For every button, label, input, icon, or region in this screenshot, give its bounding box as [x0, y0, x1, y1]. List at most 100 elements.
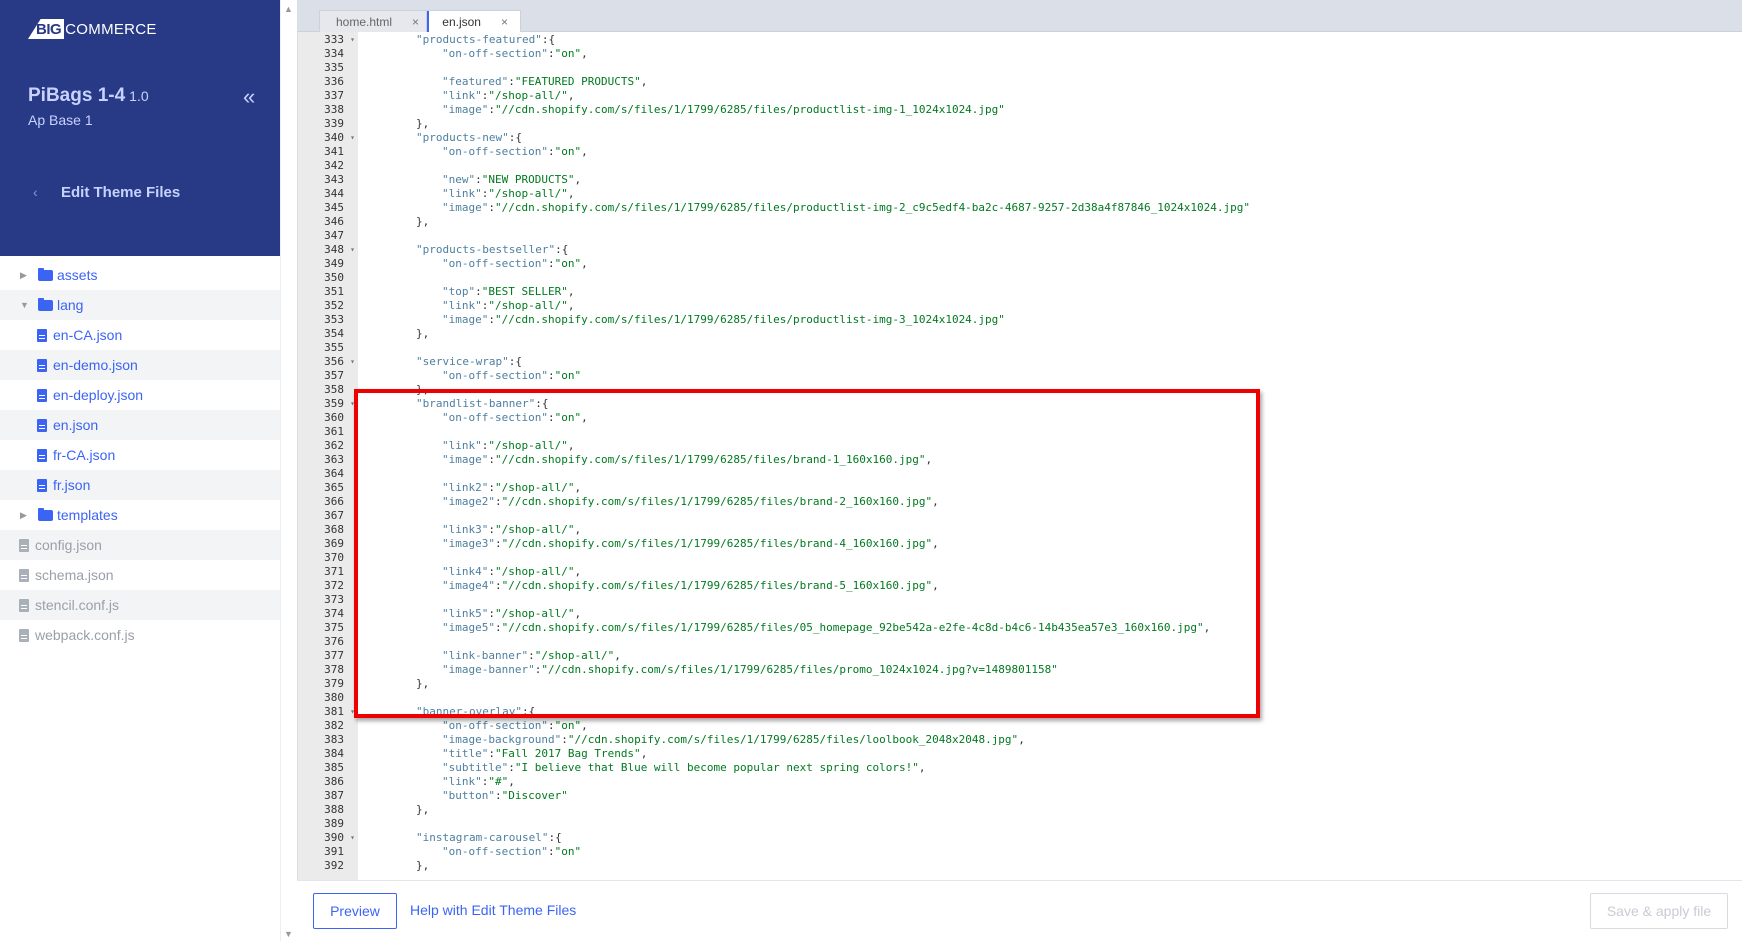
code-text: "top":"BEST SELLER", — [442, 285, 575, 298]
code-line: 380 — [297, 691, 1250, 705]
code-text: "link":"/shop-all/", — [442, 439, 575, 452]
line-number: 366 — [324, 495, 344, 508]
code-text: "image":"//cdn.shopify.com/s/files/1/179… — [442, 103, 1005, 116]
folder-icon — [38, 507, 53, 521]
code-text: "on-off-section":"on", — [442, 257, 588, 270]
code-text: "products-featured":{ — [416, 33, 556, 46]
tree-item-label: webpack.conf.js — [35, 627, 135, 643]
line-number: 377 — [324, 649, 344, 662]
sidebar-scrollbar[interactable]: ▲ ▼ — [280, 0, 297, 941]
line-number: 378 — [324, 663, 344, 676]
tree-item[interactable]: fr.json — [0, 470, 280, 500]
tree-item-label: en-CA.json — [53, 327, 123, 343]
code-line: 356 "service-wrap":{ — [297, 355, 1250, 369]
sidebar-header: BIG COMMERCE PiBags 1-4 1.0 Ap Base 1 « ‹… — [0, 0, 280, 256]
tree-item[interactable]: ▶ templates — [0, 500, 280, 530]
theme-name-text: PiBags 1-4 — [28, 85, 126, 106]
caret-right-icon[interactable]: ▶ — [20, 270, 32, 281]
line-number-fold[interactable]: 340 — [297, 131, 357, 145]
close-tab-icon[interactable]: × — [501, 15, 508, 29]
code-line: 335 — [297, 61, 1250, 75]
code-text: "on-off-section":"on" — [442, 845, 582, 858]
code-line: 336 "featured":"FEATURED PRODUCTS", — [297, 75, 1250, 89]
scroll-down-icon[interactable]: ▼ — [284, 929, 293, 939]
code-text: "button":"Discover" — [442, 789, 568, 802]
line-number: 371 — [324, 565, 344, 578]
file-icon — [37, 388, 47, 402]
code-text: "link":"#", — [442, 775, 515, 788]
code-text: "new":"NEW PRODUCTS", — [442, 173, 582, 186]
line-number: 360 — [324, 411, 344, 424]
line-number: 389 — [324, 817, 344, 830]
line-number: 353 — [324, 313, 344, 326]
back-chevron-icon[interactable]: ‹ — [33, 184, 38, 200]
code-text: "image4":"//cdn.shopify.com/s/files/1/17… — [442, 579, 939, 592]
scroll-up-icon[interactable]: ▲ — [284, 4, 293, 14]
bigcommerce-logo[interactable]: BIG COMMERCE — [28, 14, 157, 44]
line-number: 379 — [324, 677, 344, 690]
tree-item[interactable]: stencil.conf.js — [0, 590, 280, 620]
line-number-fold[interactable]: 359 — [297, 397, 357, 411]
code-line: 362 "link":"/shop-all/", — [297, 439, 1250, 453]
line-number: 380 — [324, 691, 344, 704]
code-text: "link-banner":"/shop-all/", — [442, 649, 621, 662]
code-line: 351 "top":"BEST SELLER", — [297, 285, 1250, 299]
line-number: 376 — [324, 635, 344, 648]
collapse-sidebar-icon[interactable]: « — [243, 84, 255, 110]
code-text: "link4":"/shop-all/", — [442, 565, 582, 578]
tree-item[interactable]: schema.json — [0, 560, 280, 590]
code-text: "link3":"/shop-all/", — [442, 523, 582, 536]
code-line: 370 — [297, 551, 1250, 565]
line-number: 344 — [324, 187, 344, 200]
code-line: 354}, — [297, 327, 1250, 341]
code-editor[interactable]: 333 "products-featured":{ 334 "on-off-secti… — [297, 32, 1742, 880]
line-number: 342 — [324, 159, 344, 172]
tab-en-json[interactable]: en.json × — [426, 10, 521, 32]
code-lines: 333 "products-featured":{ 334 "on-off-secti… — [297, 33, 1250, 873]
file-icon — [37, 448, 47, 462]
tree-item[interactable]: en-CA.json — [0, 320, 280, 350]
tree-item[interactable]: webpack.conf.js — [0, 620, 280, 650]
tree-item[interactable]: en-deploy.json — [0, 380, 280, 410]
tree-item-label: en-demo.json — [53, 357, 138, 373]
close-tab-icon[interactable]: × — [412, 15, 419, 29]
tree-item[interactable]: ▼ lang — [0, 290, 280, 320]
preview-button[interactable]: Preview — [313, 893, 397, 929]
tree-item[interactable]: config.json — [0, 530, 280, 560]
code-line: 348 "products-bestseller":{ — [297, 243, 1250, 257]
save-apply-button[interactable]: Save & apply file — [1590, 893, 1728, 929]
code-line: 372 "image4":"//cdn.shopify.com/s/files/1… — [297, 579, 1250, 593]
tab-home-html[interactable]: home.html × — [319, 10, 443, 32]
line-number-fold[interactable]: 390 — [297, 831, 357, 845]
file-icon — [37, 418, 47, 432]
tree-item[interactable]: ▶ assets — [0, 260, 280, 290]
code-line: 349 "on-off-section":"on", — [297, 257, 1250, 271]
line-number-fold[interactable]: 348 — [297, 243, 357, 257]
tree-item[interactable]: en-demo.json — [0, 350, 280, 380]
code-text: "image-background":"//cdn.shopify.com/s/… — [442, 733, 1025, 746]
line-number-fold[interactable]: 381 — [297, 705, 357, 719]
line-number: 334 — [324, 47, 344, 60]
tree-item[interactable]: fr-CA.json — [0, 440, 280, 470]
tree-item[interactable]: en.json — [0, 410, 280, 440]
code-line: 364 — [297, 467, 1250, 481]
code-line: 382 "on-off-section":"on", — [297, 719, 1250, 733]
editor-footer: Preview Help with Edit Theme Files Save … — [297, 880, 1742, 942]
help-link[interactable]: Help with Edit Theme Files — [410, 902, 576, 918]
code-text: "products-bestseller":{ — [416, 243, 569, 256]
line-number-fold[interactable]: 356 — [297, 355, 357, 369]
code-line: 378 "image-banner":"//cdn.shopify.com/s/f… — [297, 663, 1250, 677]
line-number: 362 — [324, 439, 344, 452]
code-line: 341 "on-off-section":"on", — [297, 145, 1250, 159]
line-number-fold[interactable]: 333 — [297, 33, 357, 47]
code-text: }, — [416, 859, 430, 872]
caret-down-icon[interactable]: ▼ — [20, 300, 32, 310]
line-number: 338 — [324, 103, 344, 116]
line-number: 341 — [324, 145, 344, 158]
code-text: "subtitle":"I believe that Blue will bec… — [442, 761, 926, 774]
code-text: "image3":"//cdn.shopify.com/s/files/1/17… — [442, 537, 939, 550]
caret-right-icon[interactable]: ▶ — [20, 510, 32, 521]
